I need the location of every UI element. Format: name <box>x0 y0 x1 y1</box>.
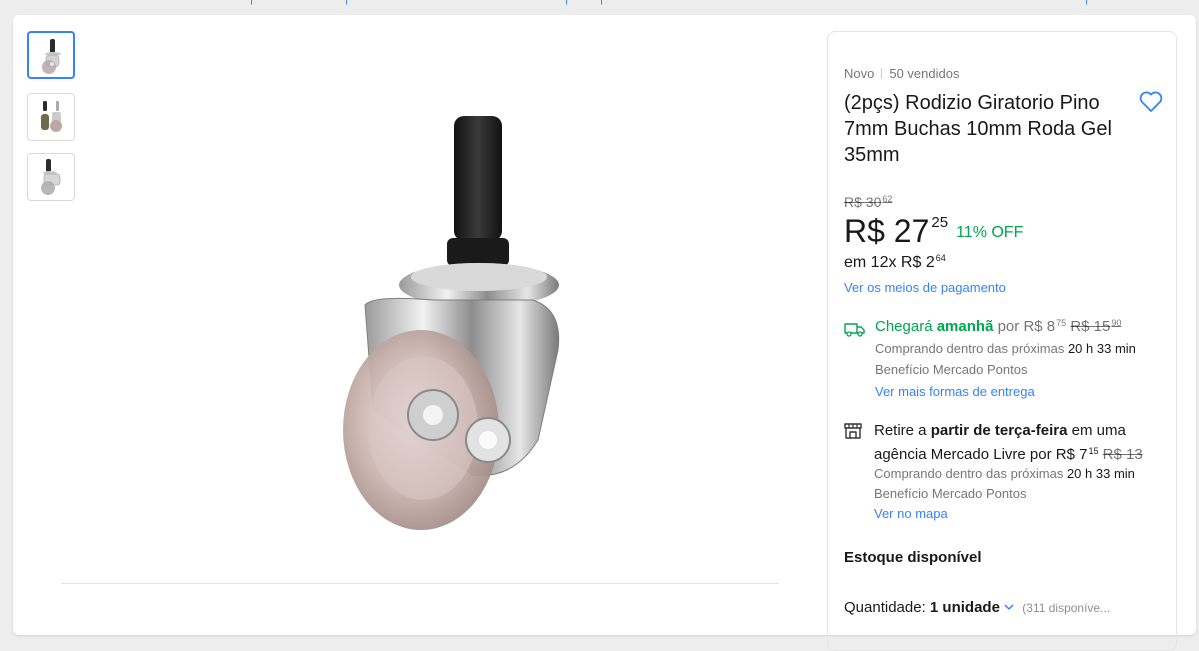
pickup-countdown: Comprando dentro das próximas 20 h 33 mi… <box>874 466 1135 481</box>
caster-parts-thumbnail-image <box>41 101 62 132</box>
heart-icon[interactable] <box>1139 91 1163 113</box>
shipping-benefit: Benefício Mercado Pontos <box>875 362 1028 377</box>
thumbnail-2[interactable] <box>27 93 75 141</box>
truck-icon <box>844 323 865 337</box>
caster-thumbnail-image <box>42 39 61 74</box>
product-main-image <box>343 116 560 530</box>
top-nav-strip: | | | | | <box>0 0 1199 6</box>
map-link[interactable]: Ver no mapa <box>874 506 948 521</box>
current-price: R$ 27 2511% OFF <box>844 213 1024 249</box>
available-count: (311 disponíve... <box>1022 601 1111 615</box>
shipping-countdown: Comprando dentro das próximas 20 h 33 mi… <box>875 341 1136 356</box>
product-subtitle: Novo 50 vendidos <box>844 66 959 81</box>
more-shipping-link[interactable]: Ver mais formas de entrega <box>875 384 1035 399</box>
caster-side-thumbnail-image <box>41 159 61 195</box>
thumbnail-3[interactable] <box>27 153 75 201</box>
product-title: (2pçs) Rodizio Giratorio Pino 7mm Buchas… <box>844 92 1112 166</box>
original-price: R$ 3062 <box>844 194 893 210</box>
shipping-info: Chegará amanhã por R$ 875 R$ 1590 <box>875 318 1122 335</box>
product-card: Novo 50 vendidos (2pçs) Rodizio Giratorio… <box>13 15 1196 651</box>
pickup-benefit: Benefício Mercado Pontos <box>874 486 1027 501</box>
quantity-selector[interactable]: Quantidade: 1 unidade (311 disponíve... <box>844 599 1110 616</box>
pickup-info: Retire a partir de terça-feira em uma ag… <box>874 422 1143 463</box>
condition-label: Novo <box>844 66 875 81</box>
quantity-value[interactable]: 1 unidade <box>930 599 1000 616</box>
payment-methods-link[interactable]: Ver os meios de pagamento <box>844 280 1006 295</box>
stock-label: Estoque disponível <box>844 549 982 566</box>
thumbnail-1[interactable] <box>27 31 75 79</box>
store-icon <box>844 423 862 439</box>
gallery-divider <box>61 583 779 584</box>
sold-count: 50 vendidos <box>889 66 960 81</box>
chevron-down-icon[interactable] <box>1004 603 1014 611</box>
discount-badge: 11% OFF <box>956 224 1024 241</box>
buy-box: Novo 50 vendidos (2pçs) Rodizio Giratorio… <box>827 31 1177 651</box>
installments: em 12x R$ 264 <box>844 253 946 271</box>
